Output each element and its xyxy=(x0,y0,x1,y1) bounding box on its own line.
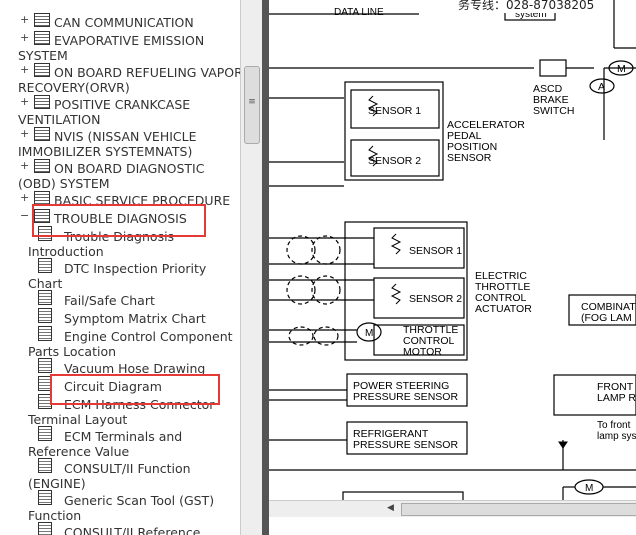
grip-icon: ≡ xyxy=(248,97,256,107)
page-icon xyxy=(38,326,52,341)
accel-sensor1: SENSOR 1 xyxy=(368,105,421,117)
book-icon xyxy=(34,63,50,77)
expand-icon[interactable]: + xyxy=(20,32,29,43)
expand-icon[interactable]: + xyxy=(20,64,29,75)
scrollbar-thumb-horizontal[interactable] xyxy=(401,503,636,516)
expand-icon[interactable]: + xyxy=(20,96,29,107)
refrigerant-label-1: PRESSURE SENSOR xyxy=(353,439,458,451)
book-icon xyxy=(34,191,50,205)
diagram-horizontal-scrollbar[interactable]: ◀ xyxy=(269,500,636,517)
etca-label-3: ACTUATOR xyxy=(475,303,532,315)
circuit-diagram-view[interactable]: DATA LINE system SENSOR 1 SENSOR 2 ACCEL… xyxy=(269,0,636,535)
expand-icon[interactable]: + xyxy=(20,192,29,203)
power-steering-label-1: PRESSURE SENSOR xyxy=(353,391,458,403)
data-line-label: DATA LINE xyxy=(334,7,384,18)
accelerator-label-3: SENSOR xyxy=(447,152,492,164)
circuit-diagram-svg: DATA LINE system SENSOR 1 SENSOR 2 ACCEL… xyxy=(269,0,636,513)
m-label-bottom: M xyxy=(585,483,593,494)
tree-vertical-scrollbar[interactable]: ≡ xyxy=(240,0,262,535)
a-label: A xyxy=(598,81,605,93)
book-icon xyxy=(34,31,50,45)
accel-sensor2: SENSOR 2 xyxy=(368,155,421,167)
etca-sensor2: SENSOR 2 xyxy=(409,293,462,305)
page-icon xyxy=(38,522,52,535)
scroll-left-icon[interactable]: ◀ xyxy=(387,503,394,513)
combination-label-1: (FOG LAM xyxy=(581,312,632,324)
page-icon xyxy=(38,458,52,473)
etca-sensor1: SENSOR 1 xyxy=(409,245,462,257)
page-icon xyxy=(38,358,52,373)
page-icon xyxy=(38,290,52,305)
book-icon xyxy=(34,95,50,109)
expand-icon[interactable]: + xyxy=(20,160,29,171)
pane-splitter[interactable] xyxy=(262,0,269,535)
tree-pane: + CAN COMMUNICATION + EVAPORATIVE EMISSI… xyxy=(0,0,240,535)
m-label-top: M xyxy=(617,63,626,75)
throttle-motor-label-2: MOTOR xyxy=(403,346,442,358)
page-icon xyxy=(38,258,52,273)
highlight-circuit-diagram xyxy=(50,374,220,405)
highlight-trouble-diagnosis xyxy=(32,204,206,237)
book-icon xyxy=(34,159,50,173)
front-lamp-label-1: LAMP RE xyxy=(597,392,636,404)
hotline-banner: 务专线：028-87038205 xyxy=(458,0,595,13)
book-icon xyxy=(34,127,50,141)
book-icon xyxy=(34,13,50,27)
expand-icon[interactable]: + xyxy=(20,14,29,25)
to-front-label-1: lamp sys xyxy=(597,431,636,442)
to-front-label-0: To front xyxy=(597,420,631,431)
page-icon xyxy=(38,490,52,505)
m-label-motor: M xyxy=(365,328,373,339)
collapse-icon[interactable]: − xyxy=(20,210,29,221)
page-icon xyxy=(38,426,52,441)
scrollbar-thumb[interactable]: ≡ xyxy=(244,66,260,144)
expand-icon[interactable]: + xyxy=(20,128,29,139)
page-icon xyxy=(38,308,52,323)
ascd-label-2: SWITCH xyxy=(533,105,574,117)
